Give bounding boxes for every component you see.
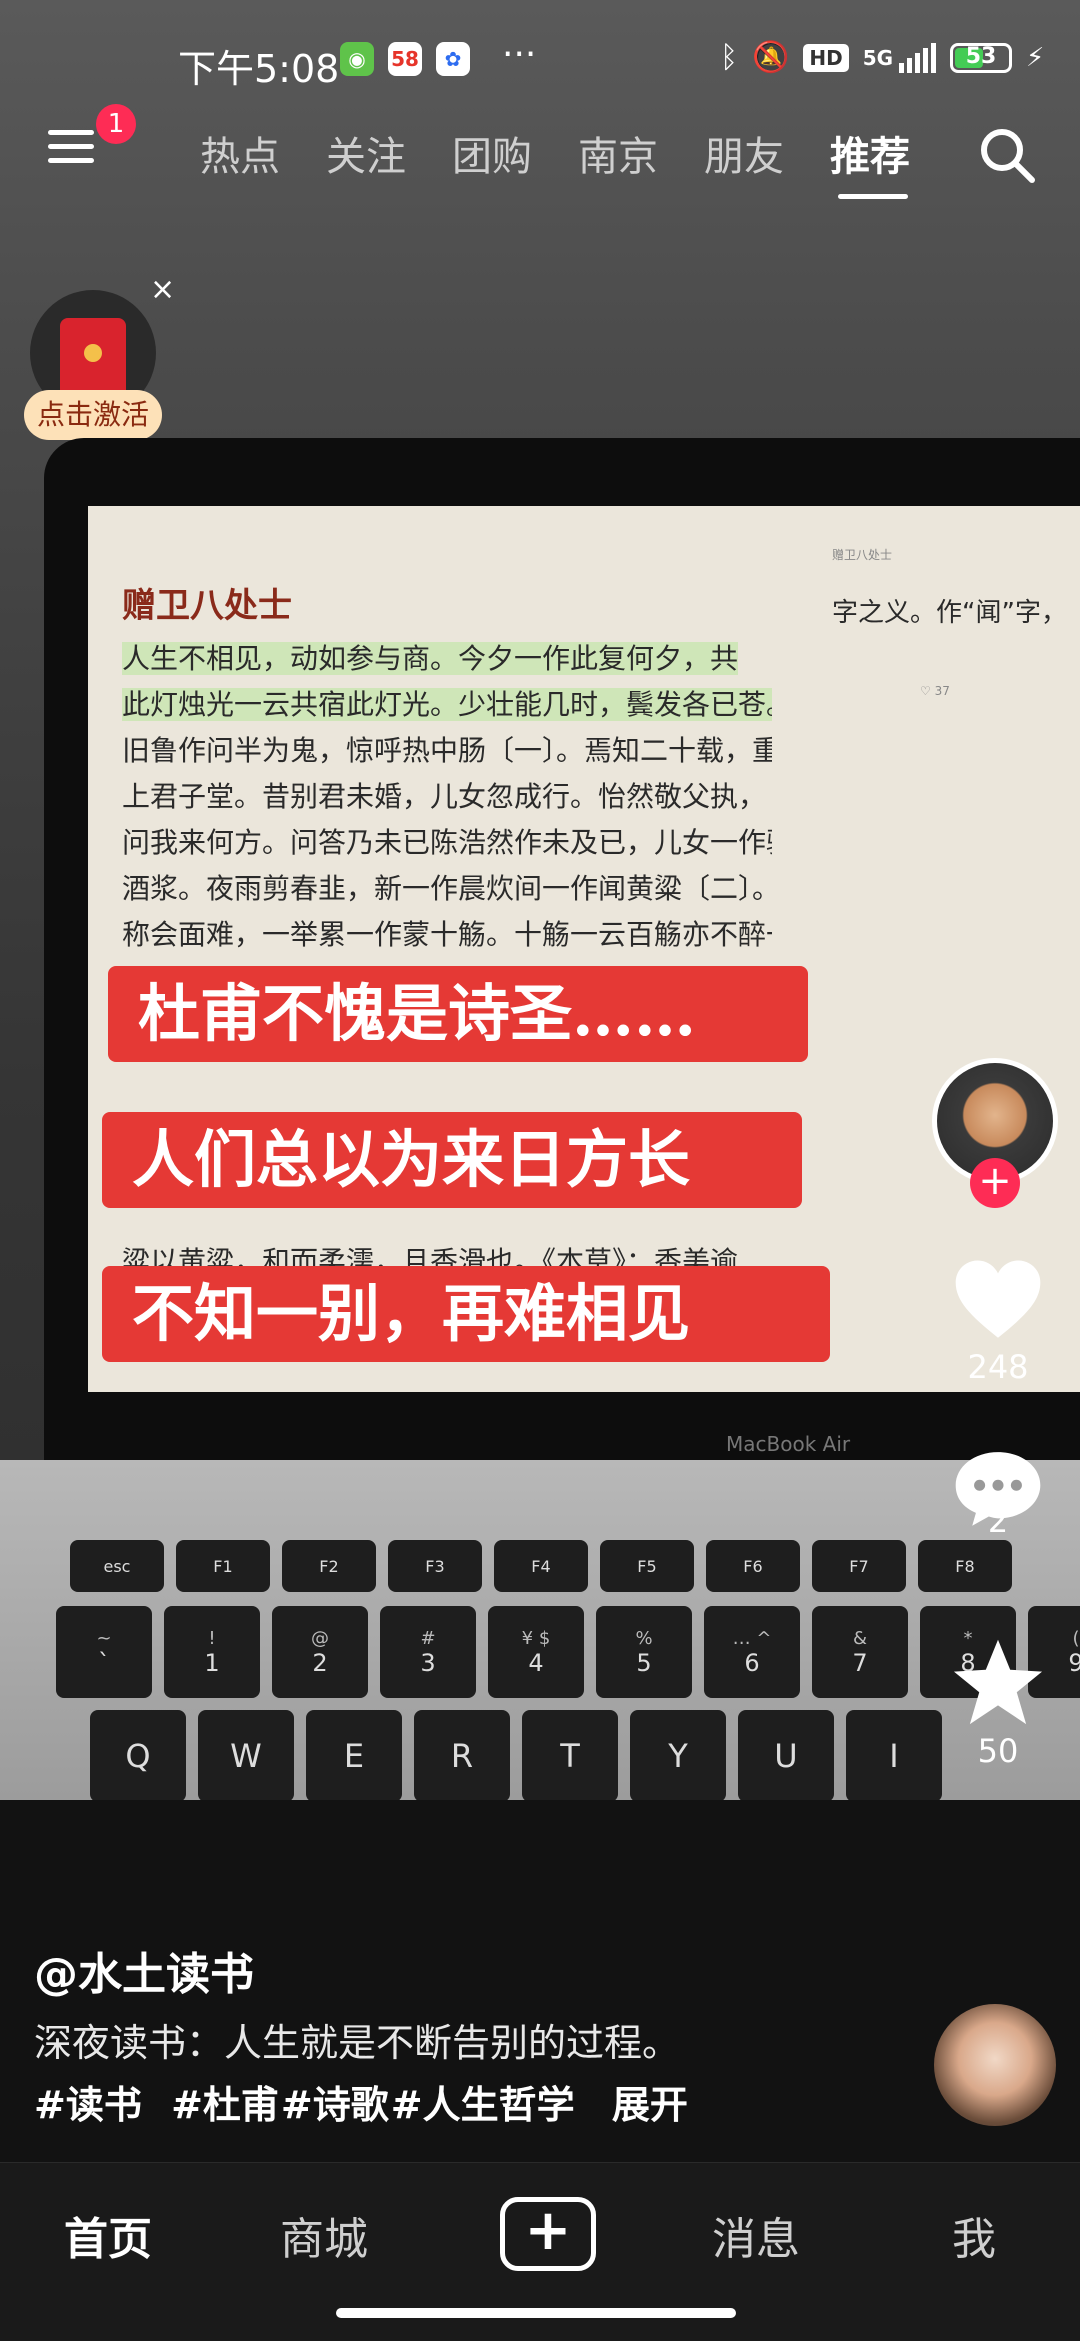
letter-key-row: QWERTYUI: [90, 1710, 942, 1802]
key: @2: [272, 1606, 368, 1698]
like-button[interactable]: 248: [938, 1258, 1058, 1386]
book-line: 称会面难，一举累一作蒙十觞。十觞一云百觞亦不醉一作: [122, 918, 772, 951]
key: W: [198, 1710, 294, 1802]
baidu-icon: ✿: [436, 42, 470, 76]
key: R: [414, 1710, 510, 1802]
right-page-header: 赠卫八处士: [832, 548, 893, 562]
key: ! 1: [164, 1606, 260, 1698]
key: % 5: [596, 1606, 692, 1698]
signal-icon: [899, 42, 937, 73]
nav-home[interactable]: 首页: [64, 2203, 152, 2267]
key: F7: [812, 1540, 906, 1592]
key: F1: [176, 1540, 270, 1592]
home-indicator[interactable]: [336, 2308, 736, 2318]
battery-level: 53: [965, 43, 997, 69]
active-tab-indicator: [838, 194, 908, 199]
key: & 7: [812, 1606, 908, 1698]
music-disc[interactable]: [934, 2004, 1056, 2126]
caption-2: 人们总以为来日方长: [102, 1112, 802, 1208]
key: … ^ 6: [704, 1606, 800, 1698]
hashtag[interactable]: #杜甫: [171, 2083, 279, 2127]
tab-hot[interactable]: 热点: [200, 124, 280, 182]
nav-me[interactable]: 我: [952, 2203, 996, 2267]
number-key-row: ~ `! 1 @2 #3 ¥ $4% 5… ^ 6 & 7 * 8(9: [56, 1606, 1080, 1698]
book-line: 旧鲁作问半为鬼，惊呼热中肠〔一〕。焉知二十载，重: [122, 734, 772, 767]
star-icon: [953, 1639, 1043, 1725]
hashtag[interactable]: #人生哲学: [391, 2083, 575, 2127]
book-line: 酒浆。夜雨剪春韭，新一作晨炊间一作闻黄粱〔二〕。主: [122, 872, 772, 905]
top-nav: 1 热点 关注 团购 南京 朋友 推荐: [0, 104, 1080, 199]
favorite-button[interactable]: 50: [938, 1636, 1058, 1770]
charging-icon: ⚡: [1026, 42, 1045, 73]
like-count: 248: [967, 1348, 1029, 1386]
hashtag[interactable]: #诗歌: [281, 2083, 389, 2127]
key: Y: [630, 1710, 726, 1802]
hd-icon: HD: [803, 43, 849, 72]
follow-button[interactable]: +: [970, 1158, 1020, 1208]
red-envelope-icon: [60, 318, 126, 398]
book-text: 人生不相见，动如参与商。今夕一作此复何夕，共 此灯烛光一云共宿此灯光。少壮能几时…: [122, 636, 772, 958]
key: Q: [90, 1710, 186, 1802]
key: F3: [388, 1540, 482, 1592]
menu-icon[interactable]: [48, 130, 94, 170]
tab-friends[interactable]: 朋友: [704, 124, 784, 182]
status-right: ᛒ 🔕 HD 5G 53 ⚡: [720, 40, 1044, 75]
hashtags: #读书 #杜甫#诗歌#人生哲学 展开: [34, 2074, 690, 2129]
key: ~ `: [56, 1606, 152, 1698]
book-title: 赠卫八处士: [122, 586, 292, 626]
tab-nanjing[interactable]: 南京: [578, 124, 658, 182]
expand-link[interactable]: 展开: [612, 2083, 688, 2127]
key: F5: [600, 1540, 694, 1592]
caption-3: 不知一别，再难相见: [102, 1266, 830, 1362]
battery-icon: 53: [950, 42, 1013, 73]
key: T: [522, 1710, 618, 1802]
key: F4: [494, 1540, 588, 1592]
key: F8: [918, 1540, 1012, 1592]
app-green-icon: ◉: [340, 42, 374, 76]
key: ¥ $4: [488, 1606, 584, 1698]
book-line: 问我来何方。问答乃未已陈浩然作未及已，儿女一作驱儿罗: [122, 826, 772, 859]
book-line: 此灯烛光一云共宿此灯光。少壮能几时，鬓发各已苍。访: [122, 682, 772, 728]
key: U: [738, 1710, 834, 1802]
58-icon: 58: [388, 42, 422, 76]
close-icon[interactable]: ×: [150, 272, 175, 307]
status-bar: 下午5:08 ◉ 58 ✿ ··· ᛒ 🔕 HD 5G 53 ⚡: [0, 0, 1080, 120]
tab-following[interactable]: 关注: [326, 124, 406, 182]
caption-1: 杜甫不愧是诗圣……: [108, 966, 808, 1062]
right-page-text: 字之义。作“闻”字，: [832, 598, 1067, 628]
activate-button[interactable]: 点击激活: [24, 390, 162, 440]
search-icon[interactable]: [976, 124, 1038, 186]
post-description: 深夜读书：人生就是不断告别的过程。: [34, 2021, 681, 2065]
status-app-icons: ◉ 58 ✿: [340, 42, 470, 76]
add-button[interactable]: +: [500, 2197, 596, 2271]
author-name[interactable]: @水土读书: [34, 1938, 254, 2002]
status-time: 下午5:08: [178, 47, 340, 91]
book-line: 人生不相见，动如参与商。今夕一作此复何夕，共: [122, 642, 739, 675]
fn-key-row: esc F1 F2 F3 F4 F5 F6 F7 F8: [70, 1540, 1012, 1592]
comment-button[interactable]: 2: [938, 1448, 1058, 1540]
favorite-count: 50: [977, 1732, 1019, 1770]
tab-recommend[interactable]: 推荐: [830, 124, 910, 182]
book-like-count: ♡ 37: [920, 684, 950, 698]
key: esc: [70, 1540, 164, 1592]
network-type: 5G: [862, 45, 894, 70]
hashtag[interactable]: #读书: [34, 2083, 142, 2127]
laptop-brand: MacBook Air: [726, 1432, 851, 1456]
key: F6: [706, 1540, 800, 1592]
key: F2: [282, 1540, 376, 1592]
nav-mall[interactable]: 商城: [280, 2203, 368, 2267]
more-notifications-icon: ···: [502, 34, 537, 75]
key: I: [846, 1710, 942, 1802]
mute-bell-icon: 🔕: [752, 40, 790, 75]
key: #3: [380, 1606, 476, 1698]
book-line: 上君子堂。昔别君未婚，儿女忽成行。怡然敬父执，: [122, 780, 767, 813]
tab-group-buy[interactable]: 团购: [452, 124, 532, 182]
keyboard: esc F1 F2 F3 F4 F5 F6 F7 F8 ~ `! 1 @2 #3 ¥ $4% 5… ^ 6 & 7…: [0, 1460, 1080, 1802]
key: E: [306, 1710, 402, 1802]
menu-badge: 1: [96, 104, 136, 144]
heart-icon: [955, 1260, 1041, 1338]
bluetooth-icon: ᛒ: [720, 40, 738, 75]
nav-messages[interactable]: 消息: [712, 2203, 800, 2267]
